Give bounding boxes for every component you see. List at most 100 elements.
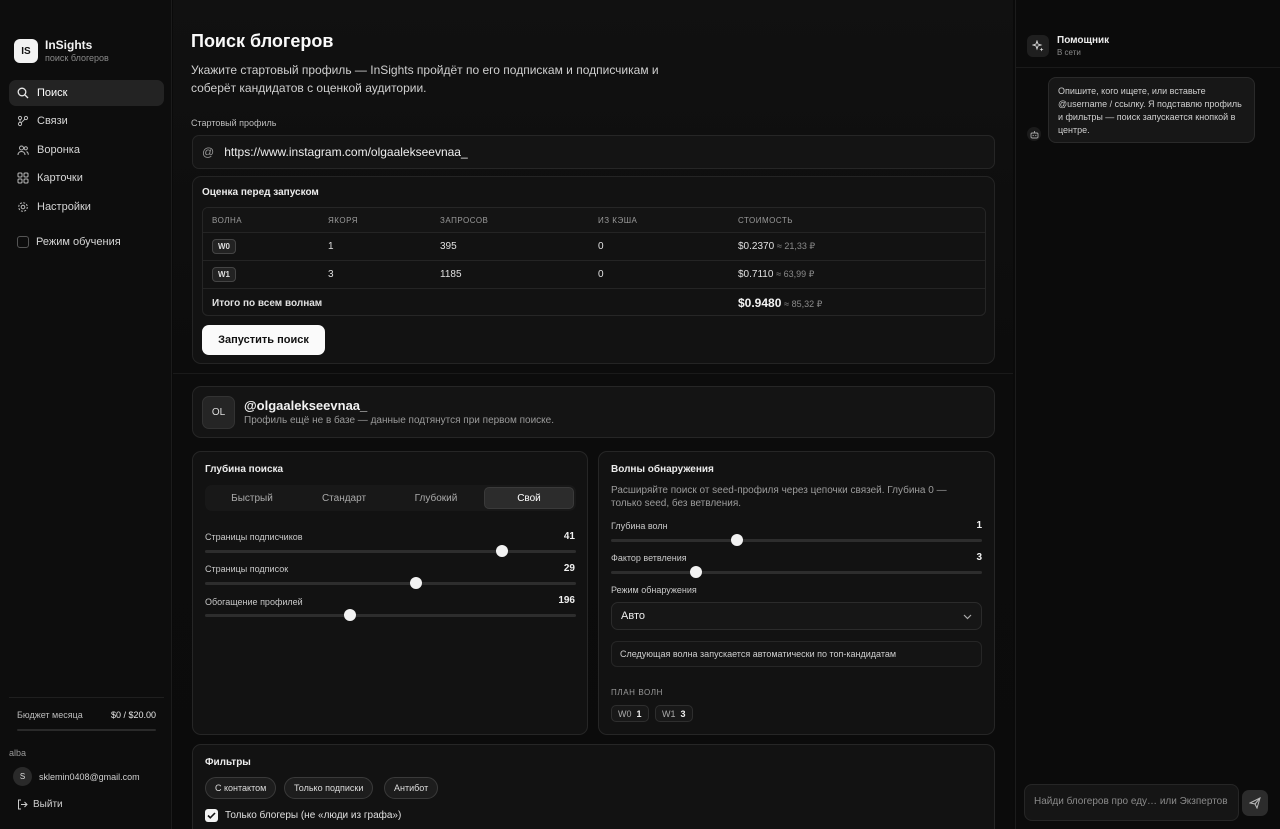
avatar: S bbox=[13, 767, 32, 786]
following-pages-slider[interactable] bbox=[205, 577, 576, 589]
table-header: ВОЛНА ЯКОРЯ ЗАПРОСОВ ИЗ КЭША СТОИМОСТЬ bbox=[203, 208, 985, 232]
logout-label: Выйти bbox=[33, 799, 63, 810]
assistant-message: Опишите, кого ищете, или вставьте @usern… bbox=[1048, 77, 1255, 143]
chat-input[interactable]: Найди блогеров про еду… или Экзпертов bbox=[1024, 784, 1239, 821]
column-header: ЗАПРОСОВ bbox=[440, 215, 489, 225]
slider-handle[interactable] bbox=[495, 545, 508, 557]
app-subtitle: поиск блогеров bbox=[45, 53, 109, 63]
followers-pages-slider[interactable] bbox=[205, 545, 576, 557]
start-profile-input[interactable]: @ https://www.instagram.com/olgaalekseev… bbox=[192, 135, 995, 169]
bot-icon bbox=[1027, 127, 1041, 141]
filter-chip-subscriptions[interactable]: Только подписки bbox=[284, 777, 374, 799]
depth-mode-selector: Быстрый Стандарт Глубокий Свой bbox=[205, 485, 576, 511]
table-row: W1 3 1185 0 $0.7110 ≈ 63,99 ₽ bbox=[203, 260, 985, 288]
user-account[interactable]: S sklemin0408@gmail.com bbox=[13, 767, 140, 786]
slider-handle[interactable] bbox=[690, 566, 703, 578]
wave-badge: W1 bbox=[212, 267, 236, 282]
slider-handle[interactable] bbox=[343, 609, 356, 621]
logout-icon bbox=[18, 799, 28, 810]
sidebar-item-label: Связи bbox=[37, 115, 68, 127]
sidebar-item-cards[interactable]: Карточки bbox=[9, 165, 164, 191]
grid-icon bbox=[17, 172, 29, 184]
chevron-down-icon bbox=[963, 614, 972, 619]
depth-mode-custom[interactable]: Свой bbox=[484, 487, 574, 509]
wave-badge: W0 bbox=[212, 239, 236, 254]
anchors-cell: 3 bbox=[328, 269, 334, 280]
sparkle-icon bbox=[1027, 35, 1049, 57]
bloggers-only-option[interactable]: Только блогеры (не «люди из графа») bbox=[205, 809, 401, 822]
profile-card: OL @olgaalekseevnaa_ Профиль ещё не в ба… bbox=[192, 386, 995, 438]
waves-title: Волны обнаружения bbox=[611, 464, 714, 475]
enrichment-slider[interactable] bbox=[205, 609, 576, 621]
learning-mode-toggle[interactable]: Режим обучения bbox=[17, 236, 121, 248]
bloggers-only-label: Только блогеры (не «люди из графа») bbox=[225, 810, 402, 821]
discovery-mode-value: Авто bbox=[621, 610, 645, 622]
bloggers-only-checkbox[interactable] bbox=[205, 809, 218, 822]
slider-label: Фактор ветвления bbox=[611, 553, 687, 563]
sidebar-item-label: Воронка bbox=[37, 144, 80, 156]
search-depth-title: Глубина поиска bbox=[205, 464, 284, 475]
waves-description: Расширяйте поиск от seed-профиля через ц… bbox=[611, 485, 947, 509]
wave-plan-chip: W0 1 bbox=[611, 705, 649, 722]
slider-value: 1 bbox=[976, 520, 982, 531]
divider bbox=[1016, 67, 1280, 68]
anchors-cell: 1 bbox=[328, 241, 334, 252]
slider-label: Страницы подписчиков bbox=[205, 532, 303, 542]
filter-chip-contact[interactable]: С контактом bbox=[205, 777, 277, 799]
branching-factor-slider[interactable] bbox=[611, 566, 982, 578]
estimate-title: Оценка перед запуском bbox=[202, 187, 319, 198]
slider-label: Обогащение профилей bbox=[205, 597, 303, 607]
cache-cell: 0 bbox=[598, 241, 604, 252]
filters-title: Фильтры bbox=[205, 757, 251, 768]
wave-plan-wave: W1 bbox=[662, 708, 676, 719]
column-header: ИЗ КЭША bbox=[598, 215, 638, 225]
cost-rub: ≈ 63,99 ₽ bbox=[776, 269, 815, 279]
user-email: sklemin0408@gmail.com bbox=[39, 771, 140, 782]
assistant-panel: Помощник В сети Опишите, кого ищете, или… bbox=[1015, 0, 1280, 829]
logout-button[interactable]: Выйти bbox=[17, 799, 63, 810]
cost-rub: ≈ 21,33 ₽ bbox=[776, 241, 816, 251]
sidebar-item-funnel[interactable]: Воронка bbox=[9, 137, 164, 163]
divider bbox=[173, 373, 1013, 374]
sidebar-item-label: Настройки bbox=[37, 201, 91, 213]
sidebar-item-label: Поиск bbox=[37, 87, 68, 99]
app-window: IS InSights поиск блогеров Поиск Связи В… bbox=[0, 0, 1280, 829]
gear-icon bbox=[18, 202, 28, 212]
budget-label: Бюджет месяца bbox=[17, 710, 83, 720]
discovery-mode-label: Режим обнаружения bbox=[611, 585, 697, 595]
profile-handle: @olgaalekseevnaa_ bbox=[244, 398, 368, 413]
estimate-table: ВОЛНА ЯКОРЯ ЗАПРОСОВ ИЗ КЭША СТОИМОСТЬ W… bbox=[202, 207, 986, 316]
assistant-status: В сети bbox=[1057, 48, 1081, 57]
sidebar-item-connections[interactable]: Связи bbox=[9, 108, 164, 134]
slider-handle[interactable] bbox=[410, 577, 423, 589]
wave-plan-count: 1 bbox=[636, 708, 642, 719]
sidebar: IS InSights поиск блогеров Поиск Связи В… bbox=[0, 0, 172, 829]
column-header: ЯКОРЯ bbox=[328, 215, 359, 225]
depth-mode-standard[interactable]: Стандарт bbox=[299, 487, 389, 509]
sidebar-item-search[interactable]: Поиск bbox=[9, 80, 164, 106]
start-profile-label: Стартовый профиль bbox=[191, 118, 277, 128]
discovery-mode-select[interactable]: Авто bbox=[611, 602, 982, 630]
run-search-button[interactable]: Запустить поиск bbox=[202, 325, 325, 355]
wave-depth-slider[interactable] bbox=[611, 534, 982, 546]
page-title: Поиск блогеров bbox=[191, 31, 334, 51]
sidebar-item-settings[interactable]: Настройки bbox=[9, 194, 164, 220]
send-button[interactable] bbox=[1242, 790, 1268, 816]
filter-chip-antibot[interactable]: Антибот bbox=[384, 777, 439, 799]
cost-cell: $0.7110 bbox=[738, 269, 774, 280]
at-icon: @ bbox=[202, 145, 215, 159]
discovery-info: Следующая волна запускается автоматическ… bbox=[611, 641, 982, 667]
total-rub: ≈ 85,32 ₽ bbox=[784, 299, 823, 309]
slider-handle[interactable] bbox=[731, 534, 744, 546]
depth-mode-deep[interactable]: Глубокий bbox=[391, 487, 481, 509]
cost-cell: $0.2370 bbox=[738, 241, 775, 252]
learning-mode-checkbox[interactable] bbox=[17, 236, 29, 248]
budget-card: Бюджет месяца $0 / $20.00 bbox=[9, 697, 164, 737]
app-logo: IS bbox=[14, 39, 38, 63]
depth-mode-fast[interactable]: Быстрый bbox=[207, 487, 297, 509]
budget-progress-bar bbox=[17, 729, 156, 731]
wave-plan-label: ПЛАН ВОЛН bbox=[611, 688, 663, 697]
connections-icon bbox=[17, 115, 29, 127]
wave-plan-wave: W0 bbox=[618, 708, 632, 719]
user-name: alba bbox=[9, 748, 27, 758]
